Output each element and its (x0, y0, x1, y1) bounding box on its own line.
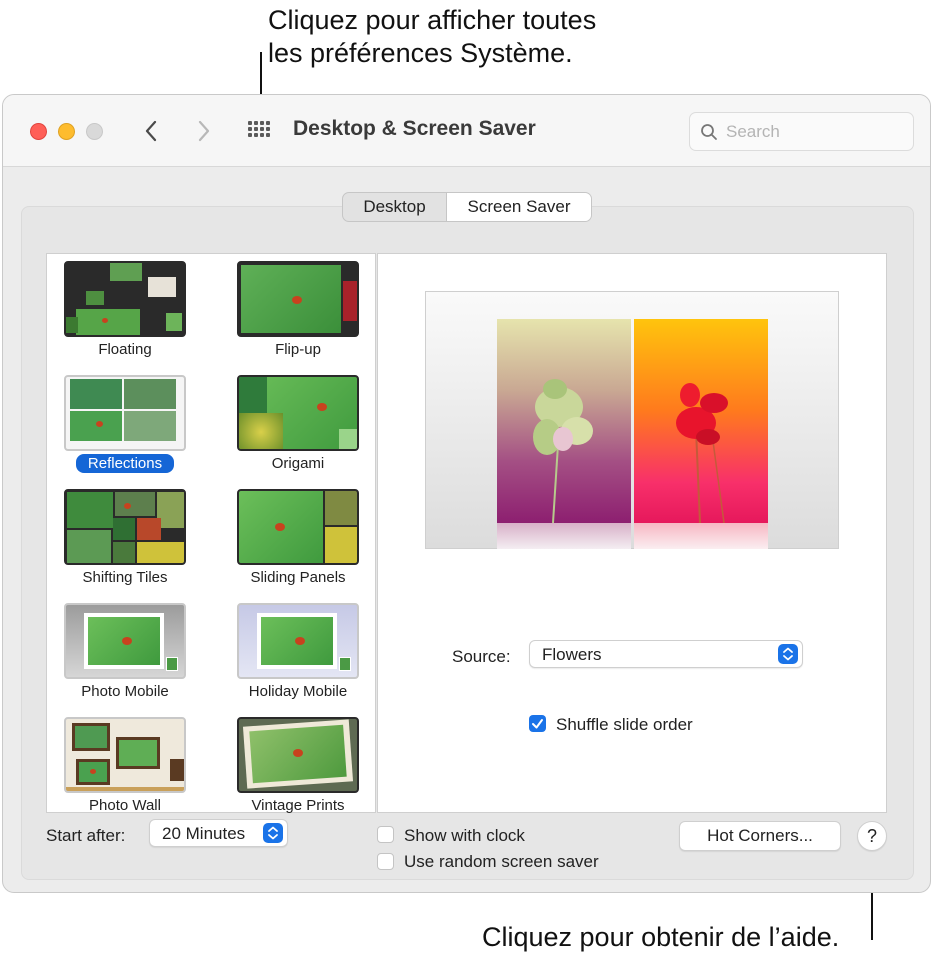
saver-floating[interactable]: Floating (50, 257, 200, 367)
saver-label: Photo Mobile (81, 683, 169, 700)
back-button[interactable] (136, 113, 166, 149)
reflection-left (497, 523, 631, 549)
saver-label: Holiday Mobile (248, 683, 348, 700)
search-field[interactable] (689, 112, 914, 151)
saver-photo-wall[interactable]: Photo Wall (50, 713, 200, 823)
shifting-tiles-thumbnail (64, 489, 186, 565)
saver-label-selected: Reflections (50, 454, 200, 473)
flower-icon (676, 383, 728, 524)
photo-wall-thumbnail (64, 717, 186, 793)
search-input[interactable] (726, 121, 906, 143)
saver-label: Sliding Panels (250, 569, 346, 586)
tab-screen-saver[interactable]: Screen Saver (447, 193, 591, 221)
callout-top-line1: Cliquez pour afficher toutes (268, 5, 597, 35)
saver-reflections[interactable]: Reflections (50, 371, 200, 481)
shuffle-label: Shuffle slide order (556, 715, 693, 734)
minimize-button[interactable] (58, 123, 75, 140)
screen-saver-preview (425, 291, 839, 549)
flower-photo-right (634, 319, 768, 524)
chevron-right-icon (198, 120, 210, 142)
source-popup[interactable]: Flowers (529, 640, 803, 668)
show-clock-label: Show with clock (404, 826, 525, 845)
start-after-popup[interactable]: 20 Minutes (149, 819, 288, 847)
callout-help: Cliquez pour obtenir de l’aide. (482, 922, 840, 952)
vintage-prints-thumbnail (237, 717, 359, 793)
grid-icon (248, 121, 252, 125)
saver-flip-up[interactable]: Flip-up (223, 257, 373, 367)
reflections-thumbnail (64, 375, 186, 451)
saver-photo-mobile[interactable]: Photo Mobile (50, 599, 200, 709)
show-clock-checkbox[interactable] (377, 826, 394, 843)
floating-thumbnail (64, 261, 186, 337)
screen-saver-list: Floating Flip-up Reflections Origami Shi… (46, 253, 376, 814)
saver-label: Origami (271, 455, 325, 472)
saver-label: Shifting Tiles (82, 569, 168, 586)
saver-label: Floating (98, 341, 152, 358)
tab-control: Desktop Screen Saver (342, 192, 592, 222)
flower-photo-left (497, 319, 631, 524)
flip-up-thumbnail (237, 261, 359, 337)
shuffle-checkbox[interactable] (529, 715, 546, 732)
callout-show-all-preferences: Cliquez pour afficher toutes les préfére… (268, 4, 596, 70)
saver-holiday-mobile[interactable]: Holiday Mobile (223, 599, 373, 709)
origami-thumbnail (237, 375, 359, 451)
saver-label: Flip-up (275, 341, 321, 358)
zoom-button[interactable] (86, 123, 103, 140)
help-button[interactable]: ? (857, 821, 887, 851)
window-title: Desktop & Screen Saver (293, 117, 536, 140)
sliding-panels-thumbnail (237, 489, 359, 565)
forward-button[interactable] (189, 113, 219, 149)
checkmark-icon (532, 719, 543, 729)
saver-sliding-panels[interactable]: Sliding Panels (223, 485, 373, 595)
show-all-preferences-button[interactable] (245, 118, 273, 146)
tab-desktop[interactable]: Desktop (343, 193, 447, 221)
saver-origami[interactable]: Origami (223, 371, 373, 481)
source-label: Source: (452, 647, 511, 666)
random-saver-label: Use random screen saver (404, 852, 599, 871)
popup-stepper-icon (778, 644, 798, 664)
holiday-mobile-thumbnail (237, 603, 359, 679)
saver-shifting-tiles[interactable]: Shifting Tiles (50, 485, 200, 595)
callout-top-line2: les préférences Système. (268, 38, 573, 68)
saver-vintage-prints[interactable]: Vintage Prints (223, 713, 373, 823)
popup-stepper-icon (263, 823, 283, 843)
source-value: Flowers (542, 645, 602, 664)
close-button[interactable] (30, 123, 47, 140)
start-after-value: 20 Minutes (162, 824, 246, 843)
photo-mobile-thumbnail (64, 603, 186, 679)
reflection-right (634, 523, 768, 549)
flower-icon (533, 379, 593, 524)
saver-label: Vintage Prints (251, 797, 345, 814)
random-saver-checkbox[interactable] (377, 853, 394, 870)
saver-label: Photo Wall (89, 797, 161, 814)
title-bar: Desktop & Screen Saver (3, 95, 930, 167)
search-icon (701, 124, 717, 140)
start-after-label: Start after: (46, 826, 126, 845)
chevron-left-icon (145, 120, 157, 142)
hot-corners-button[interactable]: Hot Corners... (679, 821, 841, 851)
